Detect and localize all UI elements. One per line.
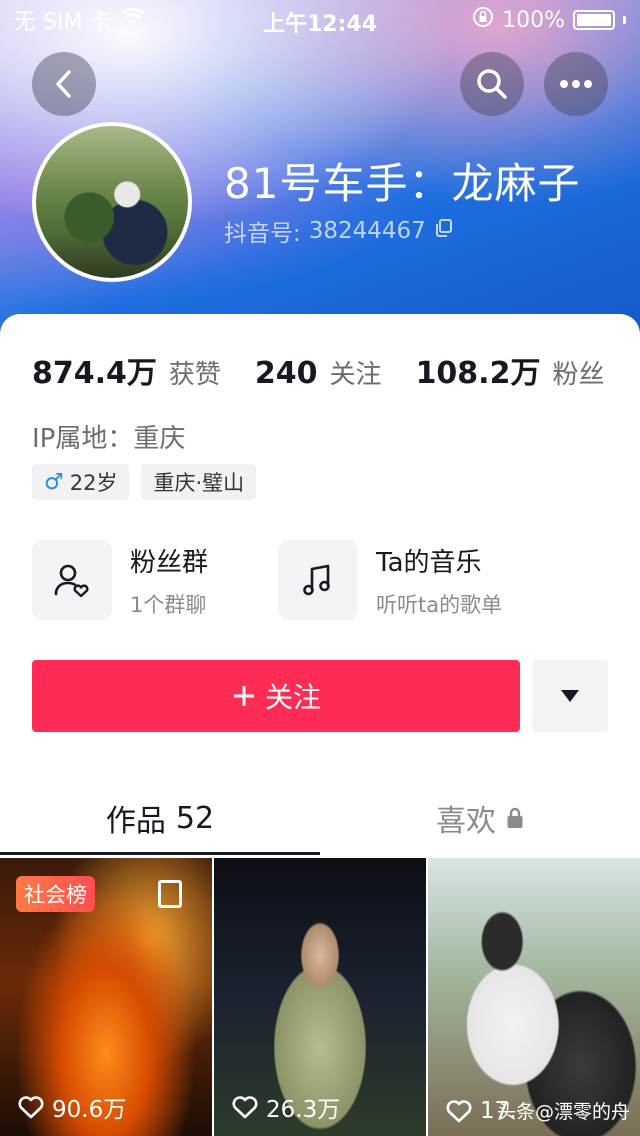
- tab-likes[interactable]: 喜欢: [320, 780, 640, 856]
- more-dots-icon: [560, 80, 592, 88]
- stat-following[interactable]: 240 关注: [255, 354, 382, 391]
- carrier-text: 无 SIM 卡: [14, 10, 112, 35]
- heart-icon: [232, 1096, 258, 1119]
- status-time: 上午12:44: [262, 12, 378, 37]
- stat-likes-label: 获赞: [168, 360, 221, 390]
- video-like-count-text: 26.3万: [266, 1097, 341, 1123]
- wifi-icon: [121, 7, 145, 33]
- back-button[interactable]: [32, 52, 96, 116]
- ip-location: IP属地：重庆: [32, 424, 186, 454]
- heart-icon: [446, 1100, 472, 1123]
- multi-image-icon: [158, 880, 182, 908]
- copy-icon[interactable]: [434, 218, 454, 244]
- follow-button-label: 关注: [264, 681, 321, 714]
- fans-group-subtitle: 1个群聊: [130, 592, 207, 617]
- tag-gender-age: ♂ 22岁: [32, 464, 130, 500]
- video-thumbnail[interactable]: 26.3万: [214, 858, 426, 1136]
- fans-group-icon: [32, 540, 112, 620]
- douyin-id-value: 38244467: [308, 218, 426, 244]
- stat-followers-label: 粉丝: [552, 360, 605, 390]
- avatar[interactable]: [32, 122, 192, 282]
- stat-likes[interactable]: 874.4万 获赞: [32, 348, 221, 392]
- video-grid: 社会榜 90.6万 26.3万 17. 头条@漂零的舟: [0, 858, 640, 1136]
- music-subtitle: 听听ta的歌单: [376, 592, 503, 617]
- caret-down-icon: [561, 690, 579, 702]
- battery-percent: 100%: [502, 7, 565, 33]
- plus-icon: [233, 686, 254, 706]
- stat-following-label: 关注: [329, 360, 382, 390]
- douyin-id: 抖音号: 38244467: [224, 214, 454, 248]
- male-icon: ♂: [44, 469, 64, 495]
- stats-row: 874.4万 获赞 240 关注 108.2万 粉丝: [32, 348, 638, 392]
- tag-location: 重庆·璧山: [141, 464, 257, 500]
- more-button[interactable]: [544, 52, 608, 116]
- profile-tabs: 作品 52 喜欢: [0, 780, 640, 856]
- video-like-count-text: 90.6万: [52, 1097, 127, 1123]
- chevron-left-icon: [56, 70, 71, 98]
- fans-group-entry[interactable]: 粉丝群 1个群聊: [32, 540, 208, 620]
- search-button[interactable]: [460, 52, 524, 116]
- video-like-count: 90.6万: [18, 1090, 126, 1124]
- video-thumbnail[interactable]: 17. 头条@漂零的舟: [428, 858, 640, 1136]
- fans-group-title: 粉丝群: [130, 547, 209, 578]
- profile-card: 874.4万 获赞 240 关注 108.2万 粉丝 IP属地：重庆 ♂ 22岁…: [0, 314, 640, 1136]
- more-actions-dropdown[interactable]: [532, 660, 608, 732]
- video-thumbnail[interactable]: 社会榜 90.6万: [0, 858, 212, 1136]
- tag-age-text: 22岁: [69, 471, 118, 495]
- battery-icon: [573, 10, 615, 30]
- tab-works[interactable]: 作品 52: [0, 780, 320, 856]
- profile-tags: ♂ 22岁 重庆·璧山: [32, 464, 257, 500]
- watermark-text: 头条@漂零的舟: [496, 1101, 630, 1123]
- music-title: Ta的音乐: [376, 547, 482, 578]
- stat-followers-num: 108.2万: [415, 356, 541, 391]
- stat-followers[interactable]: 108.2万 粉丝: [416, 348, 605, 392]
- profile-nickname: 81号车手：龙麻子: [224, 159, 581, 208]
- heart-icon: [18, 1096, 44, 1119]
- tab-active-indicator: [0, 852, 320, 855]
- tab-likes-label: 喜欢: [436, 804, 496, 839]
- hot-list-badge: 社会榜: [16, 876, 95, 912]
- stat-likes-num: 874.4万: [32, 356, 157, 391]
- stat-following-num: 240: [254, 356, 318, 391]
- tab-works-label: 作品: [105, 804, 166, 839]
- lock-icon: [507, 807, 523, 828]
- follow-button[interactable]: 关注: [32, 660, 520, 732]
- rotation-lock-icon: [472, 6, 494, 34]
- music-note-icon: [278, 540, 358, 620]
- douyin-id-label: 抖音号:: [224, 221, 301, 247]
- video-like-count: 26.3万: [232, 1090, 340, 1124]
- tab-works-count: 52: [175, 800, 215, 836]
- search-icon: [477, 69, 507, 99]
- music-entry[interactable]: Ta的音乐 听听ta的歌单: [278, 540, 502, 620]
